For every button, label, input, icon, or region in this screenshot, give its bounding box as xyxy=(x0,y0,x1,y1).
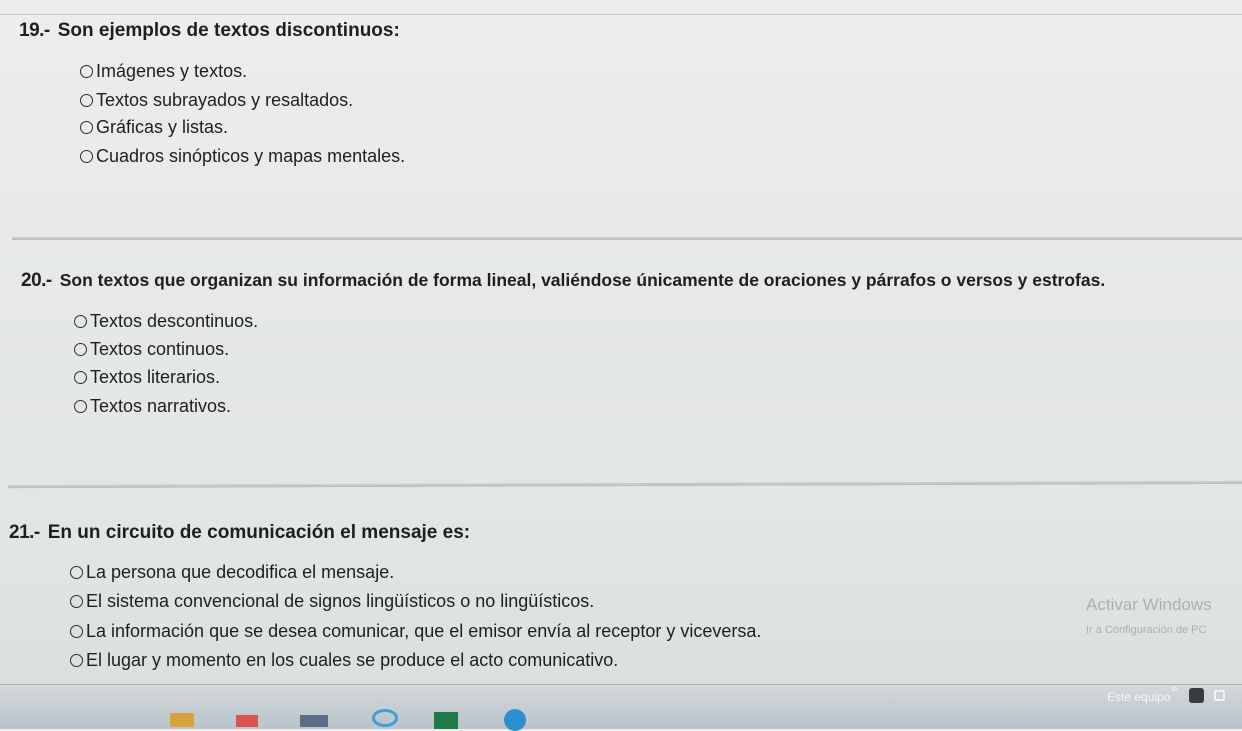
option-sistema-convencional[interactable]: El sistema convencional de signos lingüí… xyxy=(70,591,594,612)
radio-button[interactable] xyxy=(70,654,83,667)
activate-windows-subtitle: Ir a Configuración de PC xyxy=(1086,624,1207,636)
question-text: Son ejemplos de textos discontinuos: xyxy=(57,20,400,41)
radio-button[interactable] xyxy=(74,400,87,413)
question-number: 20.- xyxy=(21,270,52,291)
chevron-right-icon[interactable]: » xyxy=(1171,681,1178,695)
option-imagenes-y-textos[interactable]: Imágenes y textos. xyxy=(80,61,247,82)
option-label: La información que se desea comunicar, q… xyxy=(86,621,762,641)
option-label: Imágenes y textos. xyxy=(96,61,248,81)
option-textos-continuos[interactable]: Textos continuos. xyxy=(74,339,229,360)
network-icon[interactable] xyxy=(1214,690,1225,701)
calculator-icon[interactable] xyxy=(300,715,328,727)
question-title: 20.- Son textos que organizan su informac… xyxy=(21,270,1105,292)
option-label: Textos descontinuos. xyxy=(90,311,259,331)
option-lugar-y-momento[interactable]: El lugar y momento en los cuales se prod… xyxy=(70,650,618,671)
option-label: Cuadros sinópticos y mapas mentales. xyxy=(96,146,406,166)
option-cuadros-sinopticos[interactable]: Cuadros sinópticos y mapas mentales. xyxy=(80,146,405,167)
top-border xyxy=(0,0,1242,15)
activate-windows-title: Activar Windows xyxy=(1086,595,1212,614)
option-textos-narrativos[interactable]: Textos narrativos. xyxy=(74,396,231,417)
radio-button[interactable] xyxy=(80,94,93,107)
option-textos-descontinuos[interactable]: Textos descontinuos. xyxy=(74,311,258,332)
option-label: El sistema convencional de signos lingüí… xyxy=(86,591,595,611)
option-persona-decodifica[interactable]: La persona que decodifica el mensaje. xyxy=(70,562,394,583)
radio-button[interactable] xyxy=(70,595,83,608)
taskbar: Este equipo » xyxy=(0,681,1242,731)
question-divider xyxy=(7,480,1242,489)
option-label: Textos continuos. xyxy=(90,339,230,359)
file-explorer-icon[interactable] xyxy=(170,713,194,727)
question-title: 21.- En un circuito de comunicación el me… xyxy=(9,522,470,544)
option-label: La persona que decodifica el mensaje. xyxy=(86,562,395,582)
radio-button[interactable] xyxy=(80,65,93,78)
radio-button[interactable] xyxy=(80,150,93,163)
notification-icon[interactable] xyxy=(1189,688,1204,703)
question-number: 21.- xyxy=(9,522,40,543)
excel-icon[interactable] xyxy=(434,712,458,729)
radio-button[interactable] xyxy=(70,625,83,638)
question-number: 19.- xyxy=(19,20,50,41)
internet-explorer-icon[interactable] xyxy=(372,709,398,727)
option-label: Textos literarios. xyxy=(90,367,221,387)
radio-button[interactable] xyxy=(74,315,87,328)
question-divider xyxy=(12,237,1242,240)
option-textos-subrayados[interactable]: Textos subrayados y resaltados. xyxy=(80,90,353,111)
option-informacion-comunicar[interactable]: La información que se desea comunicar, q… xyxy=(70,621,761,642)
option-textos-literarios[interactable]: Textos literarios. xyxy=(74,367,220,388)
option-label: El lugar y momento en los cuales se prod… xyxy=(86,650,619,670)
radio-button[interactable] xyxy=(74,371,87,384)
option-label: Textos subrayados y resaltados. xyxy=(96,90,354,110)
option-label: Gráficas y listas. xyxy=(96,117,229,137)
radio-button[interactable] xyxy=(80,121,93,134)
question-text: En un circuito de comunicación el mensaj… xyxy=(47,522,471,543)
windows-store-icon[interactable] xyxy=(236,715,258,727)
option-label: Textos narrativos. xyxy=(90,396,232,416)
radio-button[interactable] xyxy=(70,566,83,579)
option-graficas-y-listas[interactable]: Gráficas y listas. xyxy=(80,117,228,138)
this-pc-label[interactable]: Este equipo xyxy=(1107,690,1170,704)
question-text: Son textos que organizan su información … xyxy=(59,270,1106,290)
question-title: 19.- Son ejemplos de textos discontinuos: xyxy=(19,20,400,42)
radio-button[interactable] xyxy=(74,343,87,356)
